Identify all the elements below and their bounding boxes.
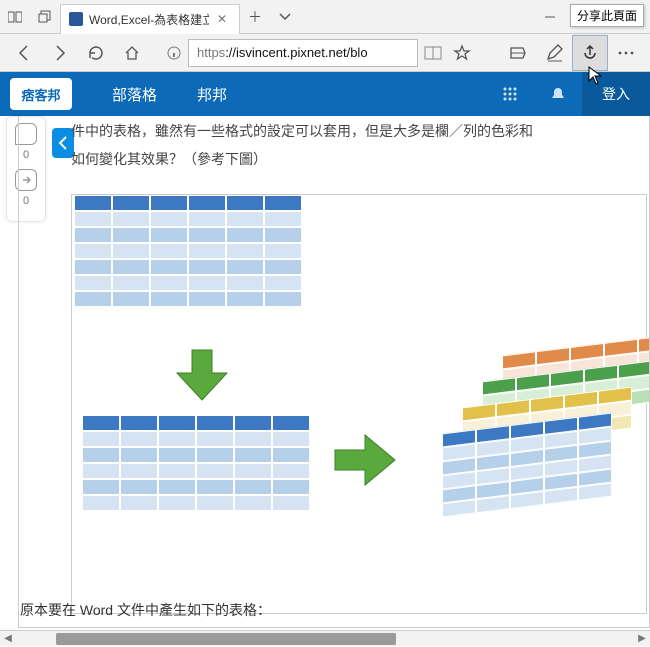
arrow-right-icon xyxy=(330,430,400,490)
url-path: ://isvincent.pixnet.net/blo xyxy=(225,45,367,60)
more-menu-icon[interactable] xyxy=(608,35,644,71)
window-titlebar: Word,Excel-為表格建立| ✕ ＋ ✕ 分享此頁面 xyxy=(0,0,650,34)
browser-tab[interactable]: Word,Excel-為表格建立| ✕ xyxy=(60,4,240,34)
article-body: 件中的表格，雖然有一些格式的設定可以套用，但是大多是欄／列的色彩和 如何變化其效… xyxy=(19,120,649,614)
arrow-down-icon xyxy=(172,345,232,405)
notes-pen-icon[interactable] xyxy=(536,35,572,71)
scroll-right-icon[interactable]: ▶ xyxy=(634,631,650,647)
site-header: 痞客邦 部落格 邦邦 登入 xyxy=(0,72,650,116)
back-button[interactable] xyxy=(6,35,42,71)
address-bar: https://isvincent.pixnet.net/blo xyxy=(0,34,650,72)
diagram-table-left xyxy=(82,415,310,511)
forward-button[interactable] xyxy=(42,35,78,71)
bell-icon[interactable] xyxy=(534,72,582,116)
tabs-overview-icon[interactable] xyxy=(0,10,30,24)
nav-bangbang[interactable]: 邦邦 xyxy=(197,84,227,105)
favorites-hub-icon[interactable] xyxy=(500,35,536,71)
diagram-stacked-tables xyxy=(412,345,650,585)
article-next-line: 原本要在 Word 文件中產生如下的表格： xyxy=(20,600,271,620)
share-tooltip: 分享此頁面 xyxy=(570,4,644,27)
new-tab-button[interactable]: ＋ xyxy=(240,7,270,27)
titlebar-left: Word,Excel-為表格建立| ✕ ＋ xyxy=(0,0,300,33)
favorite-star-icon[interactable] xyxy=(448,35,476,71)
login-button[interactable]: 登入 xyxy=(582,72,650,116)
nav-blog[interactable]: 部落格 xyxy=(112,84,157,105)
article-line-1: 件中的表格，雖然有一些格式的設定可以套用，但是大多是欄／列的色彩和 xyxy=(71,120,647,144)
refresh-button[interactable] xyxy=(78,35,114,71)
article-line-2: 如何變化其效果？（參考下圖） xyxy=(71,148,647,172)
url-scheme: https xyxy=(197,45,225,60)
site-logo[interactable]: 痞客邦 xyxy=(10,78,72,110)
url-input[interactable]: https://isvincent.pixnet.net/blo xyxy=(188,39,418,67)
scroll-left-icon[interactable]: ◀ xyxy=(0,631,16,647)
home-button[interactable] xyxy=(114,35,150,71)
apps-grid-icon[interactable] xyxy=(486,72,534,116)
page-content: 件中的表格，雖然有一些格式的設定可以套用，但是大多是欄／列的色彩和 如何變化其效… xyxy=(18,116,650,628)
favicon-word-icon xyxy=(69,12,83,26)
scroll-track[interactable] xyxy=(16,632,634,646)
reading-view-icon[interactable] xyxy=(418,35,448,71)
close-icon[interactable]: ✕ xyxy=(217,12,227,26)
diagram-figure xyxy=(71,194,647,614)
horizontal-scrollbar[interactable]: ◀ ▶ xyxy=(0,630,650,646)
site-info-icon[interactable] xyxy=(160,35,188,71)
tab-preview-icon[interactable] xyxy=(30,10,60,24)
share-button[interactable] xyxy=(572,35,608,71)
tab-title: Word,Excel-為表格建立| xyxy=(89,11,209,28)
tabs-chevron-icon[interactable] xyxy=(270,11,300,23)
minimize-button[interactable] xyxy=(530,2,570,32)
scroll-thumb[interactable] xyxy=(56,633,396,645)
diagram-table-top xyxy=(74,195,302,307)
